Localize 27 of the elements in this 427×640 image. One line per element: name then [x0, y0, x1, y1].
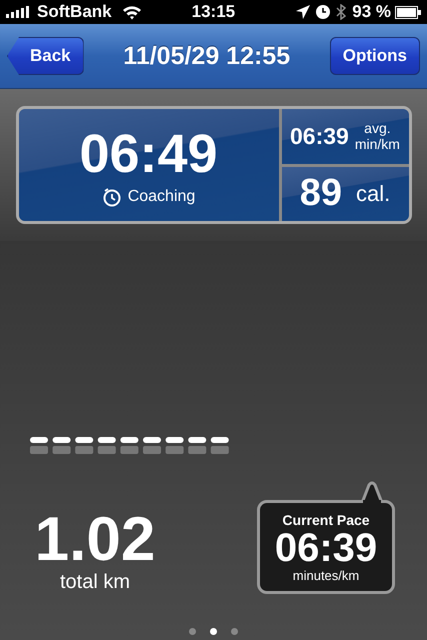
distance-value: 1.02: [34, 509, 156, 571]
distance-unit: total km: [60, 571, 130, 594]
avg-pace-value: 06:39: [290, 122, 349, 150]
clock-time: 13:15: [192, 2, 236, 22]
pace-unit: min/km: [354, 136, 400, 152]
calories-unit: cal.: [356, 180, 390, 207]
bluetooth-icon: [336, 4, 346, 20]
page-dot[interactable]: [231, 628, 238, 635]
carrier-name: SoftBank: [37, 2, 112, 22]
workout-datetime: 11/05/29 12:55: [123, 42, 290, 70]
stopwatch-icon: [102, 187, 122, 207]
options-button[interactable]: Options: [330, 37, 420, 75]
current-pace-title: Current Pace: [282, 512, 370, 528]
back-button[interactable]: Back: [7, 37, 84, 75]
avg-label: avg.: [364, 120, 391, 136]
battery-icon: [395, 6, 421, 18]
coaching-label: Coaching: [128, 188, 196, 206]
duration-value: 06:49: [79, 123, 218, 185]
current-pace-unit: minutes/km: [292, 568, 360, 582]
current-pace-value: 06:39: [274, 528, 378, 568]
wifi-icon: [122, 4, 142, 20]
location-arrow-icon: [296, 5, 310, 19]
battery-percent: 93 %: [352, 2, 391, 22]
calories-value: 89: [300, 172, 342, 216]
page-dot[interactable]: [210, 628, 217, 635]
alarm-clock-icon: [316, 5, 330, 19]
page-dot[interactable]: [189, 628, 196, 635]
